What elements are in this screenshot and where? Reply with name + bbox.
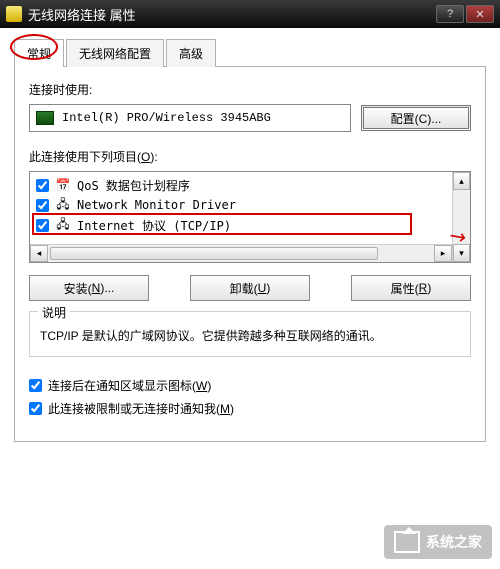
item-label: Network Monitor Driver: [77, 198, 236, 212]
item-checkbox[interactable]: [36, 179, 49, 192]
component-buttons: 安装(N)... 卸载(U) 属性(R): [29, 275, 471, 301]
notify-label: 此连接被限制或无连接时通知我(M): [48, 400, 234, 417]
watermark: 系统之家: [384, 525, 492, 559]
show-icon-checkbox[interactable]: [29, 379, 42, 392]
window-titlebar: 无线网络连接 属性 ? ✕: [0, 0, 500, 28]
horizontal-scrollbar[interactable]: ◂ ▸: [30, 244, 452, 262]
scroll-down-button[interactable]: ▾: [453, 244, 470, 262]
scroll-thumb[interactable]: [50, 247, 378, 260]
scroll-v-track[interactable]: [453, 190, 470, 244]
install-button[interactable]: 安装(N)...: [29, 275, 149, 301]
uninstall-button[interactable]: 卸载(U): [190, 275, 310, 301]
option-notify[interactable]: 此连接被限制或无连接时通知我(M): [29, 400, 471, 417]
adapter-display: Intel(R) PRO/Wireless 3945ABG: [29, 104, 351, 132]
netmon-icon: 🖧: [55, 198, 71, 212]
item-label: QoS 数据包计划程序: [77, 177, 190, 194]
network-icon: [6, 6, 22, 22]
help-button[interactable]: ?: [436, 5, 464, 23]
scroll-left-button[interactable]: ◂: [30, 245, 48, 262]
vertical-scrollbar[interactable]: ▴ ▾: [452, 172, 470, 262]
adapter-row: Intel(R) PRO/Wireless 3945ABG 配置(C)...: [29, 104, 471, 132]
qos-icon: 📅: [55, 178, 71, 192]
list-item[interactable]: 📅 QoS 数据包计划程序: [34, 175, 448, 195]
item-label: Internet 协议 (TCP/IP): [77, 217, 231, 234]
list-item[interactable]: 🖧 Network Monitor Driver: [34, 195, 448, 215]
window-title: 无线网络连接 属性: [28, 5, 430, 24]
tab-advanced[interactable]: 高级: [166, 39, 216, 67]
connect-using-label: 连接时使用:: [29, 81, 471, 98]
tab-wireless[interactable]: 无线网络配置: [66, 39, 164, 67]
dialog-body: 常规 无线网络配置 高级 连接时使用: Intel(R) PRO/Wireles…: [0, 28, 500, 456]
list-item[interactable]: 🖧 Internet 协议 (TCP/IP): [34, 215, 448, 235]
tab-bar: 常规 无线网络配置 高级: [14, 38, 486, 67]
items-label: 此连接使用下列项目(O):: [29, 150, 158, 164]
adapter-icon: [36, 111, 54, 125]
tab-panel: 连接时使用: Intel(R) PRO/Wireless 3945ABG 配置(…: [14, 67, 486, 442]
tcpip-icon: 🖧: [55, 218, 71, 232]
house-icon: [394, 531, 420, 553]
tab-general[interactable]: 常规: [14, 39, 64, 67]
description-group: 说明 TCP/IP 是默认的广域网协议。它提供跨越多种互联网络的通讯。: [29, 311, 471, 357]
item-checkbox[interactable]: [36, 199, 49, 212]
item-checkbox[interactable]: [36, 219, 49, 232]
adapter-name: Intel(R) PRO/Wireless 3945ABG: [62, 111, 271, 125]
scroll-up-button[interactable]: ▴: [453, 172, 470, 190]
close-button[interactable]: ✕: [466, 5, 494, 23]
option-show-icon[interactable]: 连接后在通知区域显示图标(W): [29, 377, 471, 394]
description-text: TCP/IP 是默认的广域网协议。它提供跨越多种互联网络的通讯。: [40, 326, 460, 346]
configure-button[interactable]: 配置(C)...: [361, 105, 471, 131]
components-list[interactable]: 📅 QoS 数据包计划程序 🖧 Network Monitor Driver �: [29, 171, 471, 263]
description-label: 说明: [38, 304, 70, 321]
scroll-right-button[interactable]: ▸: [434, 245, 452, 262]
show-icon-label: 连接后在通知区域显示图标(W): [48, 377, 211, 394]
watermark-text: 系统之家: [426, 532, 482, 552]
window-controls: ? ✕: [436, 5, 494, 23]
notify-checkbox[interactable]: [29, 402, 42, 415]
scroll-h-track[interactable]: [48, 245, 434, 262]
properties-button[interactable]: 属性(R): [351, 275, 471, 301]
